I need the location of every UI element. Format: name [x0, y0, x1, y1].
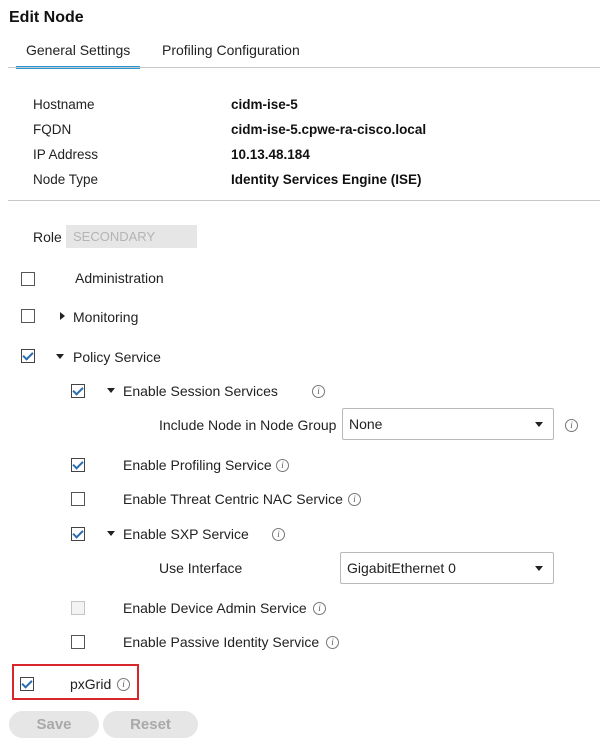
pxgrid-label: pxGrid — [70, 676, 112, 692]
ip-address-label: IP Address — [33, 147, 99, 162]
use-interface-select[interactable]: GigabitEthernet 0 — [340, 552, 554, 584]
chevron-down-icon — [535, 422, 543, 427]
fqdn-label: FQDN — [33, 122, 72, 137]
hostname-value: cidm-ise-5 — [231, 97, 298, 112]
info-icon[interactable]: i — [272, 528, 285, 541]
administration-checkbox[interactable] — [21, 272, 35, 286]
info-icon[interactable]: i — [276, 459, 289, 472]
tab-profiling-configuration[interactable]: Profiling Configuration — [162, 42, 300, 58]
policy-service-checkbox[interactable] — [21, 349, 35, 363]
info-icon[interactable]: i — [565, 419, 578, 432]
sxp-service-label: Enable SXP Service — [123, 526, 249, 542]
node-group-label: Include Node in Node Group — [159, 417, 337, 433]
fqdn-value: cidm-ise-5.cpwe-ra-cisco.local — [231, 122, 427, 137]
session-services-label: Enable Session Services — [123, 383, 278, 399]
use-interface-label: Use Interface — [159, 560, 243, 576]
pxgrid-checkbox[interactable] — [20, 677, 34, 691]
hostname-label: Hostname — [33, 97, 95, 112]
threat-centric-nac-label: Enable Threat Centric NAC Service — [123, 491, 343, 507]
policy-service-label: Policy Service — [73, 349, 161, 365]
collapse-down-icon[interactable] — [107, 388, 115, 393]
administration-label: Administration — [75, 270, 164, 286]
node-group-select[interactable]: None — [342, 408, 554, 440]
info-icon[interactable]: i — [326, 636, 339, 649]
info-icon[interactable]: i — [313, 602, 326, 615]
sxp-service-checkbox[interactable] — [71, 527, 85, 541]
chevron-down-icon — [535, 566, 543, 571]
device-admin-label: Enable Device Admin Service — [123, 600, 307, 616]
tabs-divider — [8, 67, 600, 68]
save-button[interactable]: Save — [9, 711, 99, 738]
node-type-label: Node Type — [33, 172, 99, 187]
monitoring-checkbox[interactable] — [21, 309, 35, 323]
collapse-down-icon[interactable] — [56, 354, 64, 359]
section-divider — [8, 200, 600, 201]
page-title: Edit Node — [9, 9, 84, 26]
profiling-service-checkbox[interactable] — [71, 458, 85, 472]
monitoring-label: Monitoring — [73, 309, 139, 325]
expand-right-icon[interactable] — [60, 312, 65, 320]
info-icon[interactable]: i — [117, 678, 130, 691]
passive-identity-checkbox[interactable] — [71, 635, 85, 649]
profiling-service-label: Enable Profiling Service — [123, 457, 272, 473]
collapse-down-icon[interactable] — [107, 531, 115, 536]
ip-address-value: 10.13.48.184 — [231, 147, 310, 162]
passive-identity-label: Enable Passive Identity Service — [123, 634, 320, 650]
tab-general-settings[interactable]: General Settings — [16, 42, 141, 69]
node-type-value: Identity Services Engine (ISE) — [231, 172, 422, 187]
reset-button[interactable]: Reset — [103, 711, 198, 738]
role-label: Role — [33, 229, 62, 245]
threat-centric-nac-checkbox[interactable] — [71, 492, 85, 506]
session-services-checkbox[interactable] — [71, 384, 85, 398]
node-group-value: None — [349, 416, 383, 432]
use-interface-value: GigabitEthernet 0 — [347, 560, 456, 576]
device-admin-checkbox[interactable] — [71, 601, 85, 615]
role-field: SECONDARY — [66, 225, 197, 248]
info-icon[interactable]: i — [348, 493, 361, 506]
info-icon[interactable]: i — [312, 385, 325, 398]
